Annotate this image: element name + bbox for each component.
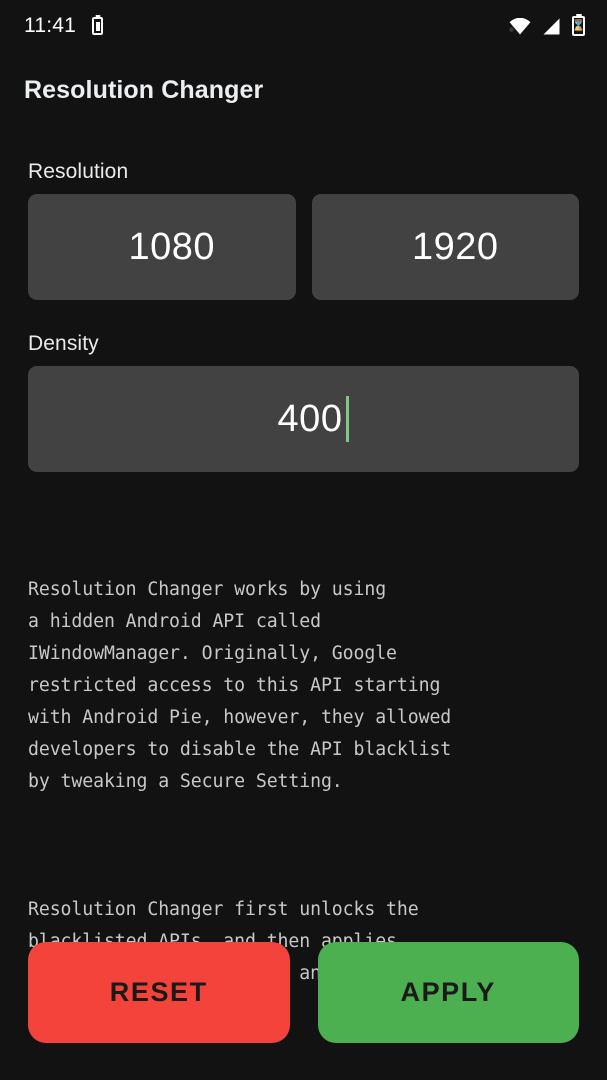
hourglass-glyph: ⌛ [571, 19, 586, 32]
status-bar-left: 11:41 [24, 14, 103, 38]
action-button-row: RESET APPLY [0, 942, 607, 1043]
battery-saver-icon: ⌛ [572, 16, 585, 36]
resolution-width-input[interactable]: 1080 [28, 194, 296, 300]
resolution-width-inner: 1080 [128, 228, 215, 266]
status-bar-clock: 11:41 [24, 14, 76, 37]
density-row: 400 [28, 366, 579, 472]
density-value: 400 [277, 398, 343, 440]
density-label: Density [28, 332, 99, 355]
description-paragraph-1: Resolution Changer works by using a hidd… [28, 579, 452, 792]
density-input[interactable]: 400 [28, 366, 579, 472]
text-caret [346, 396, 350, 442]
wifi-icon [509, 17, 531, 35]
apply-button[interactable]: APPLY [317, 942, 579, 1043]
page-title: Resolution Changer [24, 76, 264, 104]
resolution-width-value: 1080 [128, 226, 216, 268]
resolution-height-input[interactable]: 1920 [311, 194, 579, 300]
resolution-label: Resolution [28, 160, 129, 183]
reset-button[interactable]: RESET [28, 942, 290, 1043]
resolution-height-value: 1920 [411, 226, 499, 268]
resolution-height-inner: 1920 [412, 228, 499, 266]
resolution-row: 1080 1920 [28, 194, 579, 300]
status-bar: 11:41 ⌛ [0, 0, 607, 52]
density-inner: 400 [278, 396, 350, 442]
cellular-signal-icon [542, 18, 561, 35]
battery-small-icon [92, 17, 103, 35]
status-bar-right: ⌛ [509, 16, 585, 36]
